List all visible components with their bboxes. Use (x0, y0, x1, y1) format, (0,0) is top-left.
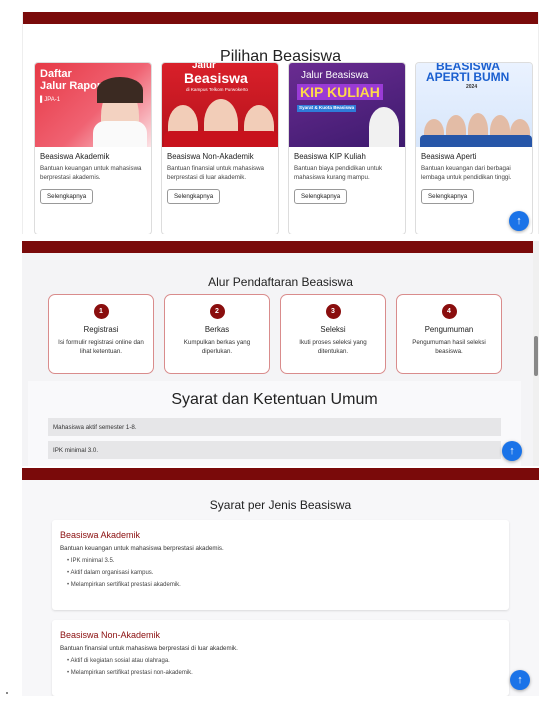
step-description: Kumpulkan berkas yang diperlukan. (183, 339, 251, 356)
poster-text: Jalur Rapor (40, 80, 102, 92)
section-title: Syarat per Jenis Beasiswa (209, 498, 352, 512)
step-name: Registrasi (83, 325, 119, 334)
card-title: Beasiswa Aperti (421, 152, 477, 161)
requirement-group: Beasiswa Non-Akademik Bantuan finansial … (52, 620, 509, 696)
step-number: 1 (93, 304, 109, 319)
scholarship-card-kip-kuliah: Jalur Beasiswa KIP KULIAH Syarat & Kuota… (288, 62, 406, 234)
card-title: Beasiswa KIP Kuliah (294, 152, 366, 161)
group-description: Bantuan finansial untuk mahasiswa berpre… (60, 645, 238, 652)
registration-flow-section: Alur Pendaftaran Beasiswa 1 Registrasi I… (22, 241, 539, 466)
requirement-group: Beasiswa Akademik Bantuan keuangan untuk… (52, 520, 509, 610)
poster-text: Jalur Beasiswa (301, 70, 369, 81)
top-bar (22, 241, 539, 253)
card-poster: BEASISWA APERTI BUMN 2024 (416, 63, 532, 147)
general-requirements-title: Syarat dan Ketentuan Umum (171, 391, 378, 408)
poster-text: KIP KULIAH (297, 84, 383, 100)
step-number: 3 (325, 304, 341, 319)
list-item: Aktif dalam organisasi kampus. (67, 570, 501, 576)
scrollbar[interactable] (533, 241, 539, 466)
student-photo (369, 107, 399, 147)
card-title: Beasiswa Akademik (40, 152, 110, 161)
student-shirt (93, 121, 147, 147)
group-description: Bantuan keuangan untuk mahasiswa berpres… (60, 545, 224, 552)
arrow-up-icon[interactable]: ↑ (502, 441, 522, 461)
step-card: 3 Seleksi Ikuti proses seleksi yang dite… (280, 294, 386, 374)
arrow-up-icon[interactable]: ↑ (510, 670, 530, 690)
details-button[interactable]: Selengkapnya (167, 188, 221, 204)
step-description: Ikuti proses seleksi yang ditentukan. (299, 339, 367, 356)
list-item: Melampirkan sertifikat prestasi non-akad… (67, 670, 501, 676)
card-poster: Daftar Jalur Rapor ▌JPA-1 (35, 63, 151, 147)
top-bar (23, 12, 538, 24)
top-bar (22, 468, 539, 480)
poster-text: ▌JPA-1 (40, 97, 61, 103)
student-jackets (420, 135, 532, 147)
step-description: Isi formulir registrasi online dan lihat… (58, 339, 144, 356)
details-button[interactable]: Selengkapnya (294, 188, 348, 204)
step-card: 1 Registrasi Isi formulir registrasi onl… (48, 294, 154, 374)
arrow-up-icon[interactable]: ↑ (509, 211, 529, 231)
step-number: 4 (441, 304, 457, 319)
requirement-item: IPK minimal 3.0. (48, 441, 501, 459)
step-list: 1 Registrasi Isi formulir registrasi onl… (48, 294, 502, 374)
group-heading: Beasiswa Non-Akademik (60, 630, 161, 640)
requirement-item: Mahasiswa aktif semester 1-8. (48, 418, 501, 436)
card-description: Bantuan keuangan dari berbagai lembaga u… (421, 165, 512, 181)
list-item: Melampirkan sertifikat prestasi akademik… (67, 582, 501, 588)
step-description: Pengumuman hasil seleksi beasiswa. (412, 339, 486, 356)
poster-text: Beasiswa (184, 70, 248, 86)
details-button[interactable]: Selengkapnya (40, 188, 94, 204)
stray-dot (6, 692, 8, 694)
requirements-by-type-section: Syarat per Jenis Beasiswa Beasiswa Akade… (22, 468, 539, 696)
step-name: Berkas (204, 325, 230, 334)
poster-text: APERTI BUMN (426, 70, 510, 84)
poster-text: di Kampus Telkom Purwokerto (186, 87, 248, 92)
card-description: Bantuan finansial untuk mahasiswa berpre… (167, 165, 264, 181)
section-title: Alur Pendaftaran Beasiswa (208, 275, 353, 289)
card-description: Bantuan biaya pendidikan untuk mahasiswa… (294, 165, 383, 181)
scrollbar-thumb[interactable] (534, 336, 538, 376)
step-name: Pengumuman (424, 325, 474, 334)
general-requirements: Syarat dan Ketentuan Umum Mahasiswa akti… (28, 381, 521, 466)
poster-text: Daftar (40, 68, 72, 80)
step-card: 4 Pengumuman Pengumuman hasil seleksi be… (396, 294, 502, 374)
scholarship-card-non-akademik: Jalur Beasiswa di Kampus Telkom Purwoker… (161, 62, 279, 234)
card-poster: Jalur Beasiswa di Kampus Telkom Purwoker… (162, 63, 278, 147)
step-name: Seleksi (320, 325, 346, 334)
step-card: 2 Berkas Kumpulkan berkas yang diperluka… (164, 294, 270, 374)
scholarship-options-section: Pilihan Beasiswa Daftar Jalur Rapor ▌JPA… (22, 12, 539, 234)
list-item: Aktif di kegiatan sosial atau olahraga. (67, 658, 501, 664)
card-poster: Jalur Beasiswa KIP KULIAH Syarat & Kuota… (289, 63, 405, 147)
card-list: Daftar Jalur Rapor ▌JPA-1 Beasiswa Akade… (34, 62, 533, 234)
poster-text: 2024 (466, 84, 478, 90)
student-hair (97, 77, 143, 103)
step-number: 2 (209, 304, 225, 319)
card-title: Beasiswa Non-Akademik (167, 152, 254, 161)
list-item: IPK minimal 3.5. (67, 558, 501, 564)
details-button[interactable]: Selengkapnya (421, 188, 475, 204)
student-jackets (164, 131, 278, 147)
poster-text: Syarat & Kuota Beasiswa (297, 105, 357, 112)
card-description: Bantuan keuangan untuk mahasiswa berpres… (40, 165, 142, 181)
scholarship-card-akademik: Daftar Jalur Rapor ▌JPA-1 Beasiswa Akade… (34, 62, 152, 234)
scholarship-card-aperti: BEASISWA APERTI BUMN 2024 Beasiswa Apert… (415, 62, 533, 234)
group-heading: Beasiswa Akademik (60, 530, 141, 540)
